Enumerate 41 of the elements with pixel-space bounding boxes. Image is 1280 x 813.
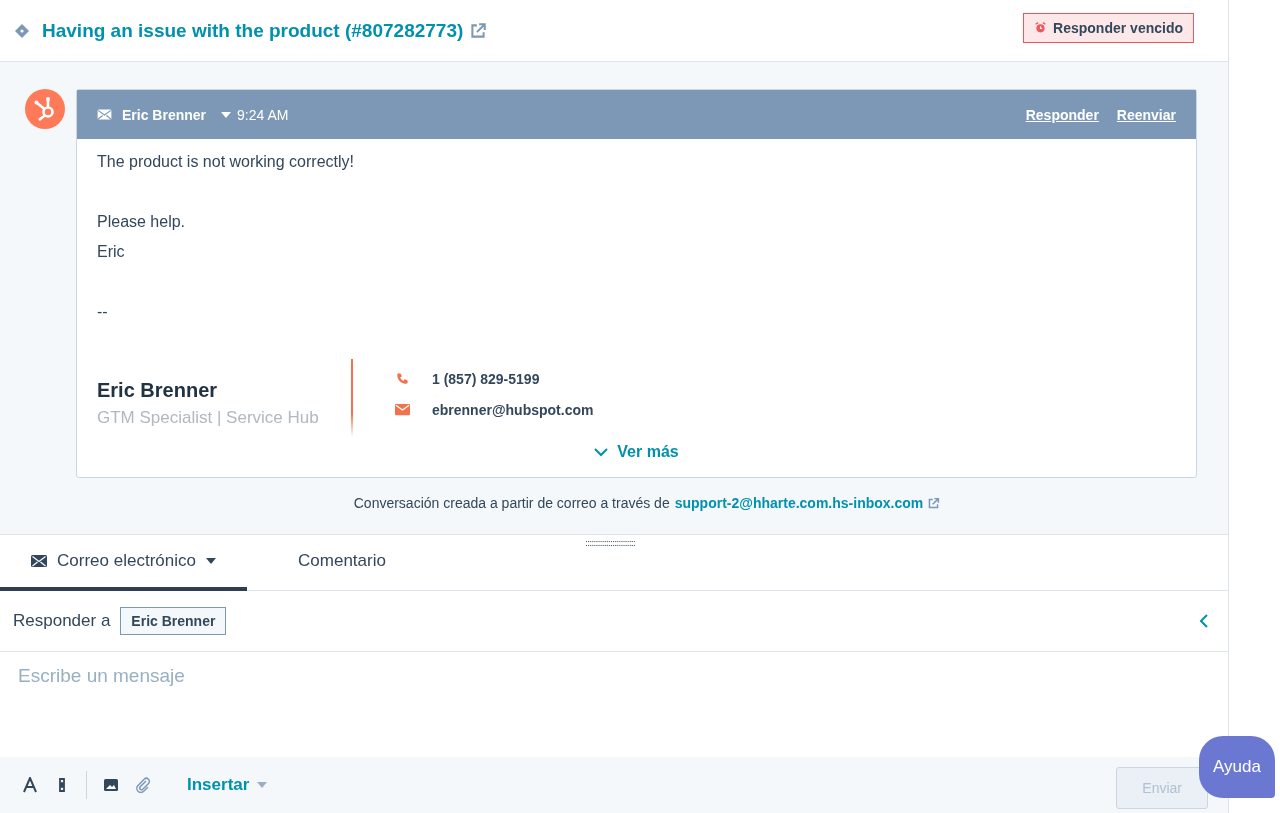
alarm-clock-icon — [1034, 21, 1048, 34]
composer-tab[interactable]: Correo electrónico — [0, 535, 247, 591]
caret-icon[interactable] — [221, 111, 232, 118]
text-format-icon[interactable] — [22, 777, 38, 793]
message-time: 9:24 AM — [237, 106, 289, 123]
source-note: Conversación creada a partir de correo a través de — [353, 495, 670, 511]
caret-icon — [205, 558, 216, 564]
envelope-icon — [97, 109, 112, 120]
message-action-link[interactable]: Responder — [1025, 106, 1099, 123]
signature-title: GTM Specialist | Service Hub — [97, 408, 320, 428]
message-text: Eric — [97, 243, 126, 262]
badge-text: Responder vencido — [1053, 19, 1183, 36]
paperclip-icon[interactable] — [135, 777, 151, 793]
contact-text: ebrenner@hubspot.com — [432, 401, 594, 418]
drag-handle-icon[interactable] — [586, 541, 636, 547]
message-action-link[interactable]: Reenviar — [1116, 106, 1176, 123]
help-button[interactable]: Ayuda — [1199, 736, 1275, 798]
show-more-link[interactable]: Ver más — [97, 443, 1176, 461]
message-text: The product is not working correctly! — [97, 153, 355, 172]
insert-dropdown[interactable]: Insertar — [181, 774, 274, 796]
envelope-icon — [395, 403, 410, 416]
message-text: -- — [97, 303, 109, 322]
inbox-address-link[interactable]: support-2@hharte.com.hs-inbox.com — [674, 495, 924, 511]
external-link-icon[interactable] — [469, 21, 488, 40]
image-icon[interactable] — [103, 777, 119, 793]
ticket-title-link[interactable]: Having an issue with the product (#807282773) — [42, 19, 464, 42]
signature-name: Eric Brenner — [97, 379, 219, 402]
chevron-left-icon[interactable] — [1200, 614, 1208, 628]
sender-name: Eric Brenner — [122, 106, 207, 123]
envelope-icon — [31, 555, 48, 567]
phone-icon — [395, 372, 410, 385]
caret-icon — [257, 782, 268, 788]
external-link-icon[interactable] — [927, 496, 941, 510]
composer-tab[interactable]: Comentario — [247, 535, 437, 591]
avatar-icon — [25, 89, 65, 129]
chevron-down-icon — [594, 447, 609, 457]
ticket-icon — [14, 22, 30, 39]
reply-to-label: Responder a — [13, 611, 111, 631]
recipient-chip[interactable]: Eric Brenner — [120, 607, 227, 635]
contact-text: 1 (857) 829-5199 — [432, 370, 540, 387]
message-text: Please help. — [97, 213, 187, 232]
